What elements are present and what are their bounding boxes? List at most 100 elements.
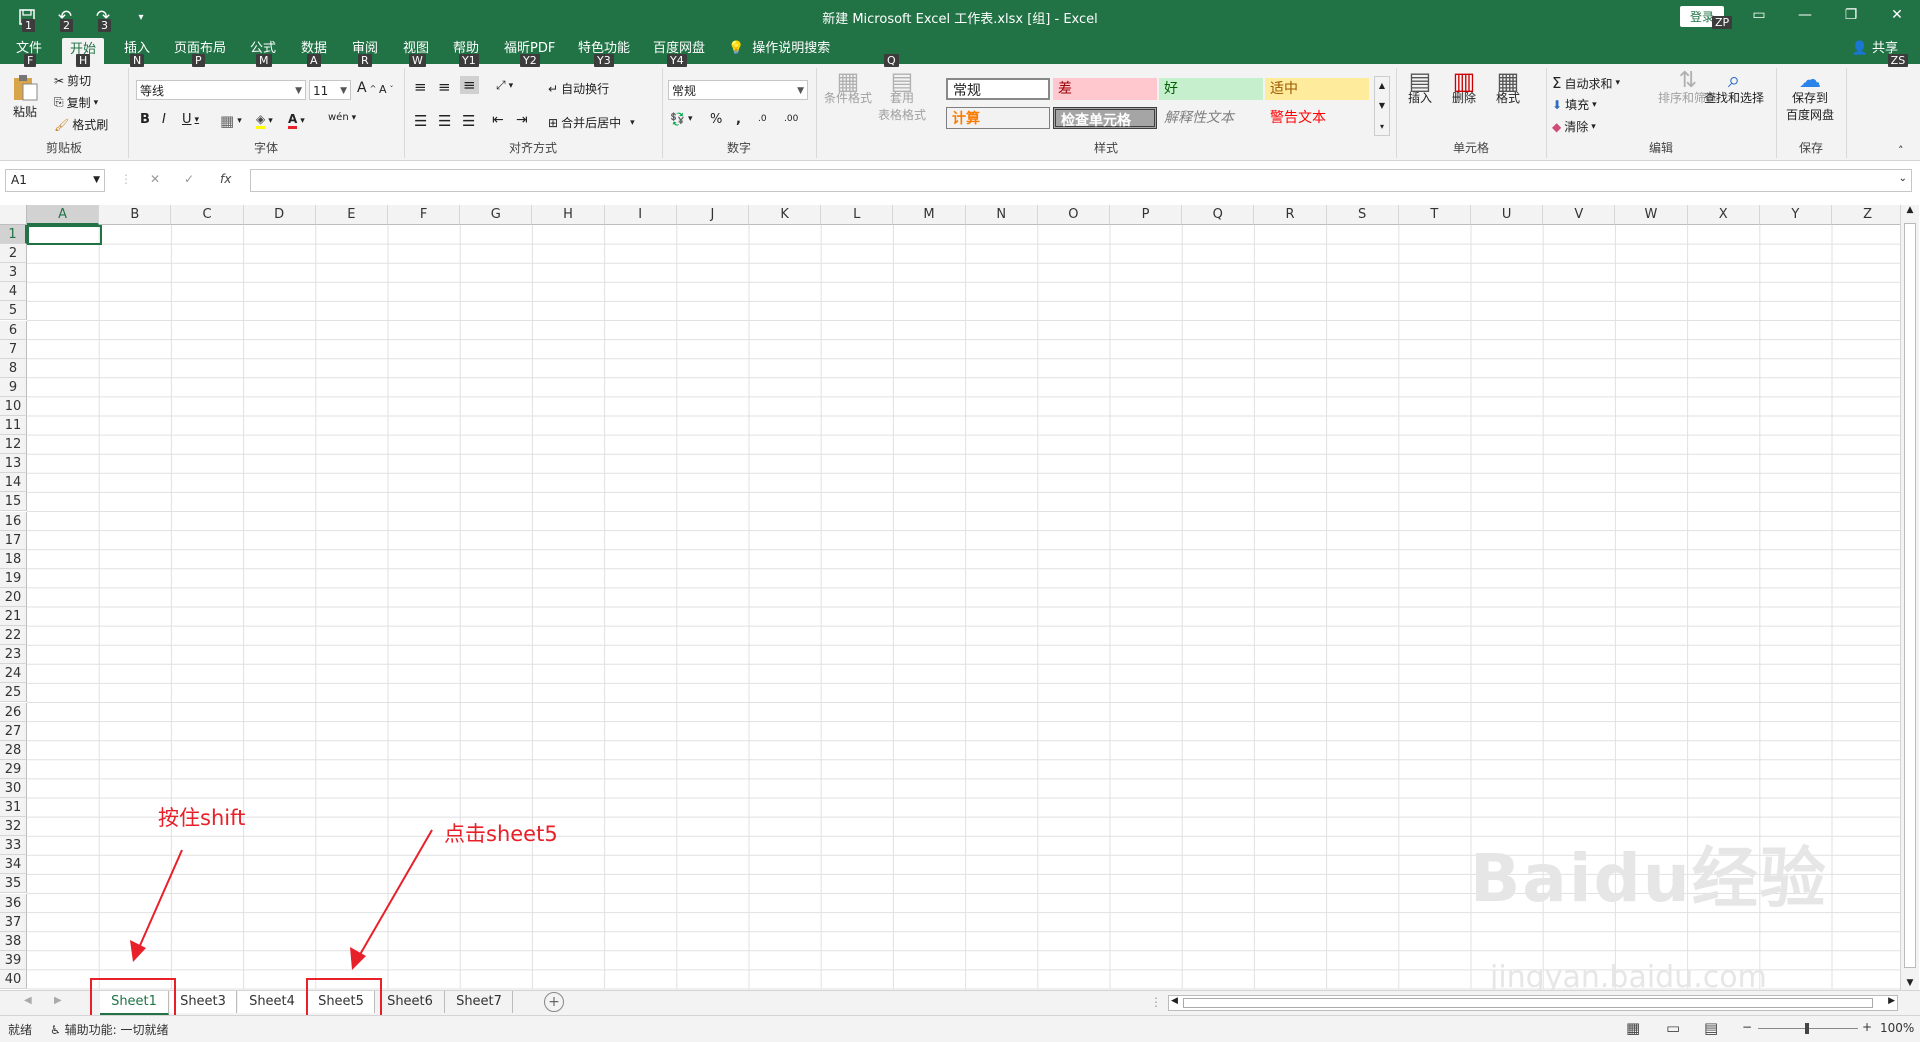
align-center-icon[interactable]: ☰ — [438, 112, 451, 130]
sheet-tab-sheet3[interactable]: Sheet3 — [170, 991, 237, 1013]
column-header[interactable]: X — [1687, 205, 1760, 225]
row-header[interactable]: 15 — [0, 492, 27, 512]
row-header[interactable]: 14 — [0, 473, 27, 493]
zoom-slider[interactable] — [1758, 1023, 1858, 1034]
next-sheet-icon[interactable]: ▶ — [54, 995, 62, 1006]
collapse-ribbon-icon[interactable]: ˄ — [1898, 144, 1904, 157]
orientation-button[interactable]: ⤢ ▾ — [496, 78, 513, 93]
column-header[interactable]: V — [1543, 205, 1616, 225]
column-header[interactable]: A — [27, 205, 100, 225]
font-size-select[interactable]: 11 ▼ — [309, 80, 351, 100]
tab-review[interactable]: 审阅 R — [344, 38, 386, 67]
share-button[interactable]: 👤 共享 ZS — [1852, 38, 1909, 67]
row-header[interactable]: 1 — [0, 225, 27, 245]
row-header[interactable]: 25 — [0, 683, 27, 703]
column-header[interactable]: G — [460, 205, 533, 225]
row-header[interactable]: 19 — [0, 568, 27, 588]
zoom-level[interactable]: 100% — [1880, 1021, 1914, 1035]
row-header[interactable]: 9 — [0, 377, 27, 397]
ribbon-display-icon[interactable]: ▭ — [1736, 0, 1782, 30]
row-header[interactable]: 26 — [0, 702, 27, 722]
conditional-format-button[interactable]: ▦ 条件格式 — [824, 69, 872, 105]
underline-button[interactable]: U ▾ — [182, 112, 199, 127]
add-sheet-button[interactable]: + — [544, 992, 564, 1012]
tab-view[interactable]: 视图 W — [395, 38, 437, 67]
page-layout-view-icon[interactable]: ▭ — [1666, 1019, 1680, 1037]
row-header[interactable]: 38 — [0, 931, 27, 951]
insert-function-button[interactable]: fx — [220, 172, 231, 186]
italic-button[interactable]: I — [162, 112, 166, 127]
row-header[interactable]: 3 — [0, 263, 27, 283]
cancel-entry-button[interactable]: ✕ — [150, 172, 160, 186]
column-header[interactable]: F — [388, 205, 461, 225]
row-header[interactable]: 7 — [0, 339, 27, 359]
style-good[interactable]: 好 — [1159, 78, 1263, 100]
column-header[interactable]: H — [532, 205, 605, 225]
tab-data[interactable]: 数据 A — [293, 38, 335, 67]
decrease-decimal-button[interactable]: .00 — [784, 114, 798, 124]
column-header[interactable]: I — [604, 205, 677, 225]
vertical-scrollbar[interactable]: ▲ ▼ — [1900, 205, 1919, 990]
horizontal-scrollbar[interactable]: ◀ ▶ — [1168, 995, 1898, 1011]
row-header[interactable]: 39 — [0, 950, 27, 970]
column-header[interactable]: D — [243, 205, 316, 225]
align-left-icon[interactable]: ☰ — [414, 112, 427, 130]
row-header[interactable]: 12 — [0, 435, 27, 455]
style-calculation[interactable]: 计算 — [946, 107, 1050, 129]
column-header[interactable]: C — [171, 205, 244, 225]
percent-button[interactable]: % — [710, 112, 722, 127]
column-header[interactable]: R — [1254, 205, 1327, 225]
zoom-slider-thumb[interactable] — [1805, 1023, 1809, 1034]
row-header[interactable]: 6 — [0, 320, 27, 340]
name-box[interactable]: A1 ▼ — [5, 169, 105, 192]
save-to-netdisk-button[interactable]: ☁ 保存到 百度网盘 — [1786, 70, 1834, 123]
row-header[interactable]: 5 — [0, 301, 27, 321]
row-header[interactable]: 13 — [0, 454, 27, 474]
row-header[interactable]: 18 — [0, 549, 27, 569]
style-bad[interactable]: 差 — [1053, 78, 1157, 100]
column-header[interactable]: O — [1037, 205, 1110, 225]
insert-cells-button[interactable]: ▤ 插入 — [1408, 69, 1432, 105]
sheet-tab-sheet7[interactable]: Sheet7 — [446, 991, 513, 1013]
column-header[interactable]: P — [1110, 205, 1183, 225]
row-header[interactable]: 28 — [0, 740, 27, 760]
border-button[interactable]: ▦ ▾ — [220, 112, 242, 130]
tab-baidu-netdisk[interactable]: 百度网盘 Y4 — [645, 38, 713, 67]
column-header[interactable]: E — [315, 205, 388, 225]
row-header[interactable]: 8 — [0, 358, 27, 378]
column-header[interactable]: W — [1615, 205, 1688, 225]
row-header[interactable]: 40 — [0, 969, 27, 989]
format-cells-button[interactable]: ▦ 格式 — [1496, 69, 1520, 105]
phonetic-button[interactable]: wén ▾ — [328, 112, 356, 123]
top-align-icon[interactable]: ≡ — [414, 78, 427, 96]
row-header[interactable]: 36 — [0, 893, 27, 913]
vertical-scroll-thumb[interactable] — [1904, 223, 1916, 968]
tab-insert[interactable]: 插入 N — [116, 38, 158, 67]
column-header[interactable]: U — [1471, 205, 1544, 225]
formula-input[interactable]: ⌄ — [250, 169, 1912, 192]
worksheet-grid[interactable]: ABCDEFGHIJKLMNOPQRSTUVWXYZ 1 2 3 4 5 6 7 8 9 10 11… — [0, 205, 1920, 990]
bold-button[interactable]: B — [140, 112, 150, 127]
column-header[interactable]: K — [749, 205, 822, 225]
login-button[interactable]: 登录 ZP — [1680, 6, 1733, 29]
format-painter-button[interactable]: 🖌 格式刷 — [54, 116, 108, 133]
column-header[interactable]: J — [676, 205, 749, 225]
tab-file[interactable]: 文件 F — [8, 38, 50, 67]
fill-button[interactable]: ⬇ 填充 ▾ — [1552, 96, 1597, 113]
row-header[interactable]: 23 — [0, 645, 27, 665]
column-header[interactable]: N — [965, 205, 1038, 225]
row-header[interactable]: 29 — [0, 759, 27, 779]
column-header[interactable]: B — [99, 205, 172, 225]
tab-help[interactable]: 帮助 Y1 — [445, 38, 487, 67]
style-neutral[interactable]: 适中 — [1265, 78, 1369, 100]
close-icon[interactable]: ✕ — [1874, 0, 1920, 30]
column-header[interactable]: L — [821, 205, 894, 225]
style-normal[interactable]: 常规 — [946, 78, 1050, 100]
row-header[interactable]: 4 — [0, 282, 27, 302]
zoom-in-icon[interactable]: + — [1862, 1020, 1872, 1034]
restore-icon[interactable]: ❐ — [1828, 0, 1874, 30]
row-header[interactable]: 22 — [0, 626, 27, 646]
row-header[interactable]: 17 — [0, 530, 27, 550]
row-header[interactable]: 10 — [0, 396, 27, 416]
row-header[interactable]: 30 — [0, 778, 27, 798]
